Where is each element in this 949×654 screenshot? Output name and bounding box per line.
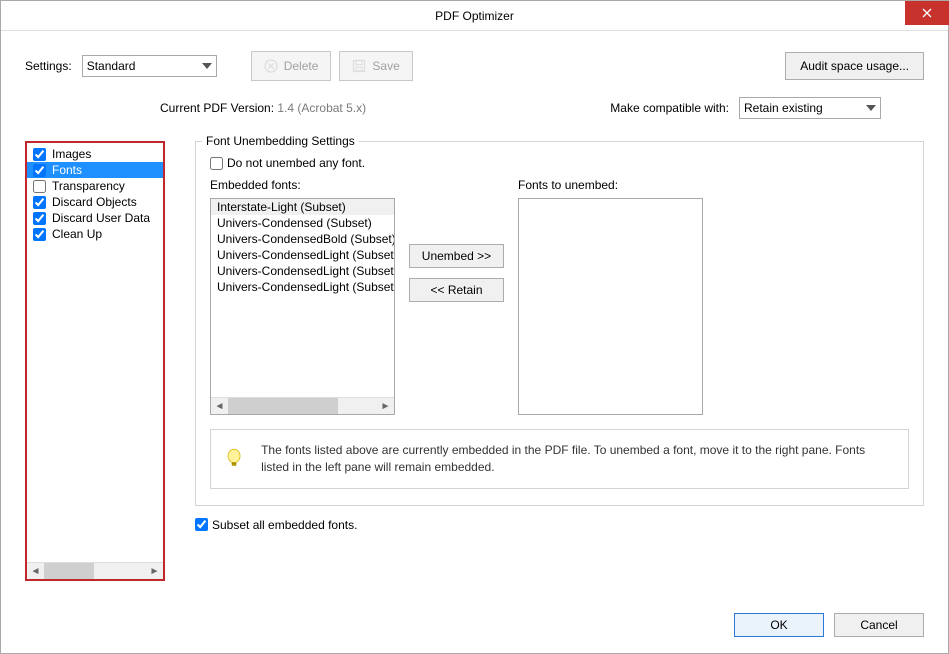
category-checkbox[interactable] [33,196,46,209]
current-version: Current PDF Version: 1.4 (Acrobat 5.x) [160,101,366,115]
font-unembedding-fieldset: Font Unembedding Settings Do not unembed… [195,141,924,506]
category-checkbox[interactable] [33,180,46,193]
subset-all-checkbox[interactable] [195,518,208,531]
category-item-clean-up[interactable]: Clean Up [27,226,163,242]
category-label: Transparency [52,179,125,193]
listbox-scrollbar[interactable]: ◄ ► [211,397,394,414]
sidebar-scrollbar[interactable]: ◄ ► [27,562,163,579]
version-row: Current PDF Version: 1.4 (Acrobat 5.x) M… [25,97,924,119]
close-icon [922,8,932,18]
category-checkbox[interactable] [33,164,46,177]
lightbulb-icon [225,444,243,474]
save-icon [352,59,366,73]
titlebar: PDF Optimizer [1,1,948,31]
list-item[interactable]: Univers-CondensedLight (Subset) [211,279,394,295]
scroll-left-icon[interactable]: ◄ [211,398,228,415]
embedded-fonts-label: Embedded fonts: [210,178,395,192]
list-item[interactable]: Univers-CondensedLight (Subset) [211,263,394,279]
list-item[interactable]: Interstate-Light (Subset) [211,199,394,215]
list-item[interactable]: Univers-CondensedLight (Subset) [211,247,394,263]
unembed-fonts-listbox[interactable] [518,198,703,415]
category-item-discard-user-data[interactable]: Discard User Data [27,210,163,226]
close-button[interactable] [905,1,949,25]
fieldset-legend: Font Unembedding Settings [202,134,359,148]
compat-select[interactable]: Retain existing [739,97,881,119]
category-checkbox[interactable] [33,228,46,241]
category-label: Images [52,147,91,161]
cancel-button[interactable]: Cancel [834,613,924,637]
category-checkbox[interactable] [33,148,46,161]
dialog-buttons: OK Cancel [1,597,948,653]
unembed-fonts-label: Fonts to unembed: [518,178,703,192]
delete-button: Delete [251,51,332,81]
subset-all-label: Subset all embedded fonts. [212,518,357,532]
settings-toolbar: Settings: Standard Delete Save Audit spa… [25,51,924,81]
embedded-fonts-listbox[interactable]: Interstate-Light (Subset)Univers-Condens… [210,198,395,415]
hint-text: The fonts listed above are currently emb… [261,442,894,476]
ok-button[interactable]: OK [734,613,824,637]
compat-label: Make compatible with: [610,101,729,115]
list-item[interactable]: Univers-Condensed (Subset) [211,215,394,231]
hint-box: The fonts listed above are currently emb… [210,429,909,489]
category-label: Clean Up [52,227,102,241]
category-item-fonts[interactable]: Fonts [27,162,163,178]
category-sidebar: Images Fonts Transparency Discard Objects Di… [25,141,165,581]
settings-select[interactable]: Standard [82,55,217,77]
list-item[interactable]: Univers-CondensedBold (Subset) [211,231,394,247]
scroll-right-icon[interactable]: ► [377,398,394,415]
unembed-button[interactable]: Unembed >> [409,244,504,268]
save-button: Save [339,51,412,81]
category-label: Fonts [52,163,82,177]
scroll-thumb[interactable] [228,398,338,414]
scroll-thumb[interactable] [44,563,94,579]
category-label: Discard User Data [52,211,150,225]
scroll-left-icon[interactable]: ◄ [27,563,44,580]
retain-button[interactable]: << Retain [409,278,504,302]
category-item-images[interactable]: Images [27,146,163,162]
do-not-unembed-label: Do not unembed any font. [227,156,365,170]
audit-space-button[interactable]: Audit space usage... [785,52,924,80]
category-label: Discard Objects [52,195,137,209]
category-checkbox[interactable] [33,212,46,225]
do-not-unembed-checkbox[interactable] [210,157,223,170]
pdf-optimizer-dialog: PDF Optimizer Settings: Standard Delete … [0,0,949,654]
category-item-transparency[interactable]: Transparency [27,178,163,194]
category-item-discard-objects[interactable]: Discard Objects [27,194,163,210]
window-title: PDF Optimizer [435,9,514,23]
settings-label: Settings: [25,59,72,73]
scroll-right-icon[interactable]: ► [146,563,163,580]
delete-icon [264,59,278,73]
